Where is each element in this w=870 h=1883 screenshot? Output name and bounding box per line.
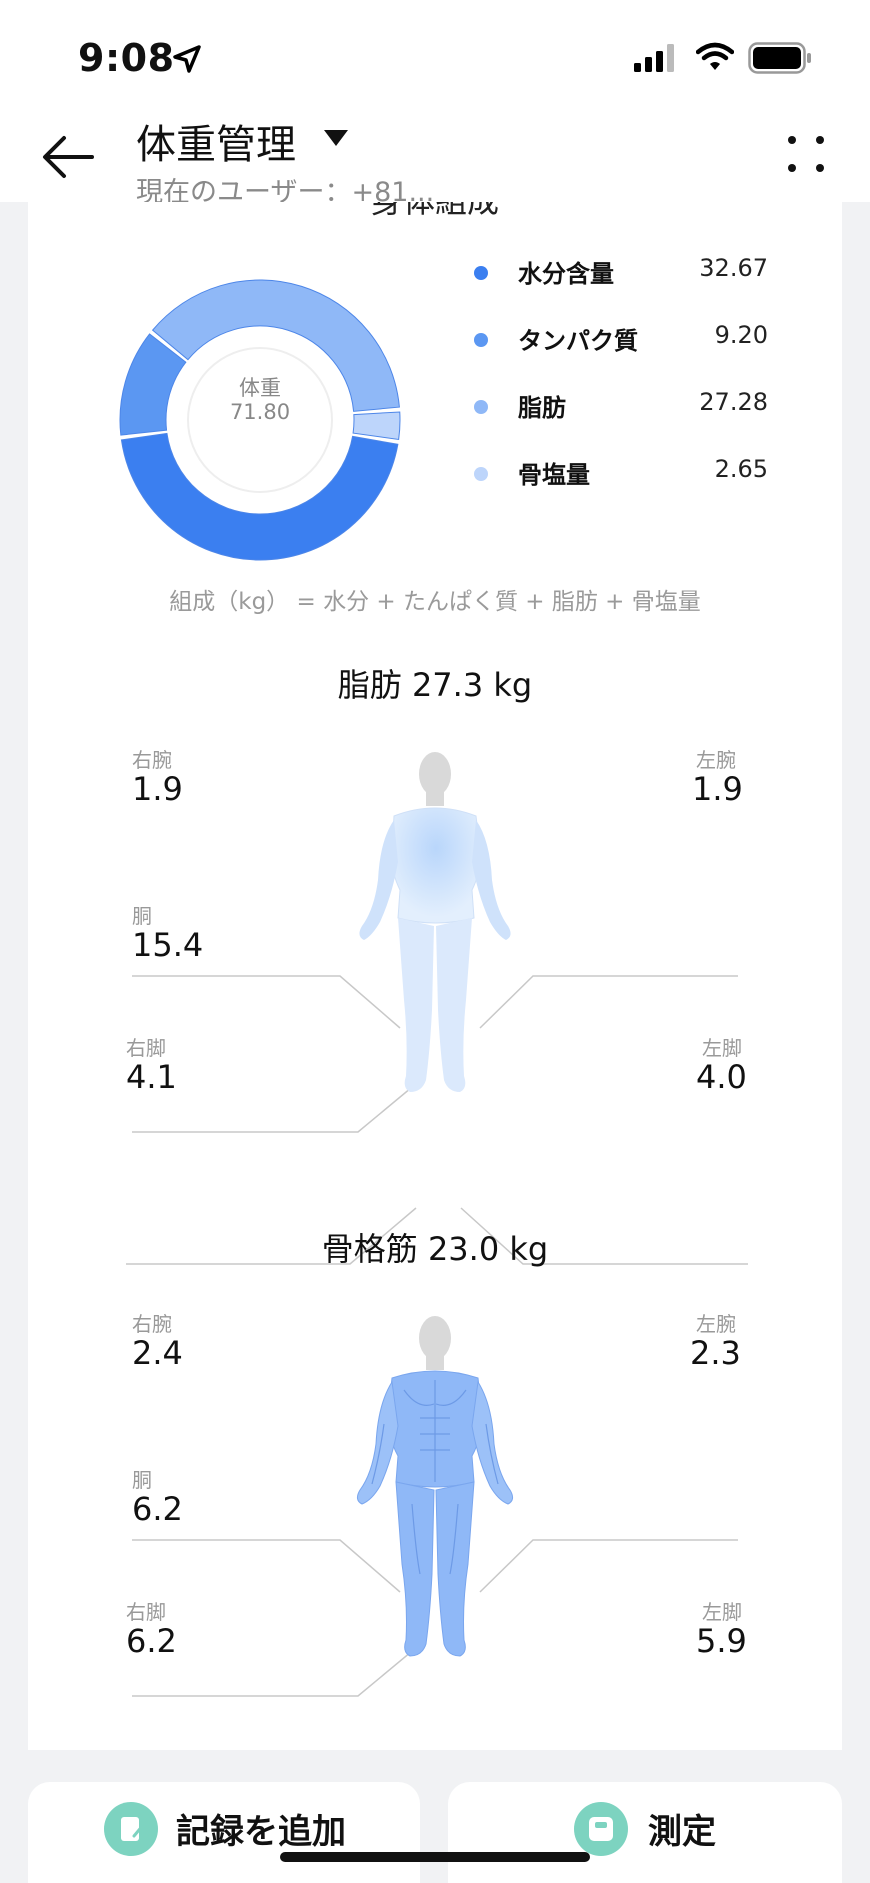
back-arrow-icon[interactable] <box>40 132 96 182</box>
legend-value: 2.65 <box>714 455 768 483</box>
legend-value: 9.20 <box>714 321 768 349</box>
fat-body-figure <box>359 752 511 1092</box>
muscle-right-arm-value: 2.4 <box>132 1334 183 1372</box>
muscle-title: 骨格筋 23.0 kg <box>321 1230 549 1268</box>
legend-dot <box>474 266 488 280</box>
legend-dot <box>474 467 488 481</box>
muscle-trunk-label: 胴 <box>132 1468 152 1492</box>
legend-label: タンパク質 <box>518 327 638 355</box>
muscle-left-leg-label: 左脚 <box>702 1600 742 1624</box>
legend-value: 27.28 <box>699 388 768 416</box>
legend-item-fat: 脂肪 27.28 <box>438 386 768 426</box>
more-dots-icon[interactable] <box>782 130 830 178</box>
muscle-left-leg-value: 5.9 <box>696 1622 747 1660</box>
add-record-button[interactable]: 記録を追加 <box>28 1782 420 1883</box>
muscle-body-figure <box>356 1316 514 1657</box>
muscle-trunk-value: 6.2 <box>132 1490 183 1528</box>
fat-title: 脂肪 27.3 kg <box>337 666 533 704</box>
fat-left-arm-label: 左腕 <box>696 748 736 772</box>
muscle-right-arm-label: 右腕 <box>132 1312 172 1336</box>
navigation-bar: 体重管理 現在のユーザー：+81... <box>0 110 870 208</box>
legend-label: 脂肪 <box>518 394 566 422</box>
legend-item-protein: タンパク質 9.20 <box>438 319 768 359</box>
home-indicator <box>280 1852 590 1862</box>
fat-right-arm-value: 1.9 <box>132 770 183 808</box>
legend-dot <box>474 400 488 414</box>
scale-icon <box>574 1802 628 1856</box>
cellular-signal-icon <box>634 44 674 72</box>
fat-right-arm-label: 右腕 <box>132 748 172 772</box>
fat-right-leg-label: 右脚 <box>126 1036 166 1060</box>
wifi-icon <box>696 42 734 70</box>
fat-trunk-label: 胴 <box>132 904 152 928</box>
fat-trunk-value: 15.4 <box>132 926 204 964</box>
legend-item-water: 水分含量 32.67 <box>438 252 768 292</box>
fat-left-leg-label: 左脚 <box>702 1036 742 1060</box>
legend-value: 32.67 <box>699 254 768 282</box>
composition-formula: 組成（kg） = 水分 + たんぱく質 + 脂肪 + 骨塩量 <box>169 589 701 615</box>
legend-label: 骨塩量 <box>518 461 590 489</box>
note-edit-icon <box>104 1802 158 1856</box>
legend-label: 水分含量 <box>518 260 614 288</box>
page-title[interactable]: 体重管理 <box>136 112 296 170</box>
body-composition-card: 身体組成 体重 71.80 水分含量 32.67 タンパク質 9.20 脂肪 2… <box>28 202 842 1750</box>
muscle-left-arm-label: 左腕 <box>696 1312 736 1336</box>
muscle-right-leg-value: 6.2 <box>126 1622 177 1660</box>
fat-left-leg-value: 4.0 <box>696 1058 747 1096</box>
fat-left-arm-value: 1.9 <box>692 770 743 808</box>
caret-down-icon[interactable] <box>322 128 350 148</box>
add-record-label: 記録を追加 <box>176 1812 346 1852</box>
donut-center-label: 体重 <box>239 376 281 400</box>
status-bar: 9:08 <box>0 0 870 110</box>
donut-center-value: 71.80 <box>229 400 291 424</box>
legend-dot <box>474 333 488 347</box>
muscle-right-leg-label: 右脚 <box>126 1600 166 1624</box>
battery-icon <box>748 42 811 74</box>
measure-label: 測定 <box>648 1812 716 1852</box>
location-arrow-icon <box>173 45 201 73</box>
fat-right-leg-value: 4.1 <box>126 1058 177 1096</box>
measure-button[interactable]: 測定 <box>448 1782 842 1883</box>
section-title: 身体組成 <box>28 202 842 222</box>
status-time: 9:08 <box>78 36 175 80</box>
legend-item-bone-mineral: 骨塩量 2.65 <box>438 453 768 493</box>
muscle-left-arm-value: 2.3 <box>690 1334 741 1372</box>
